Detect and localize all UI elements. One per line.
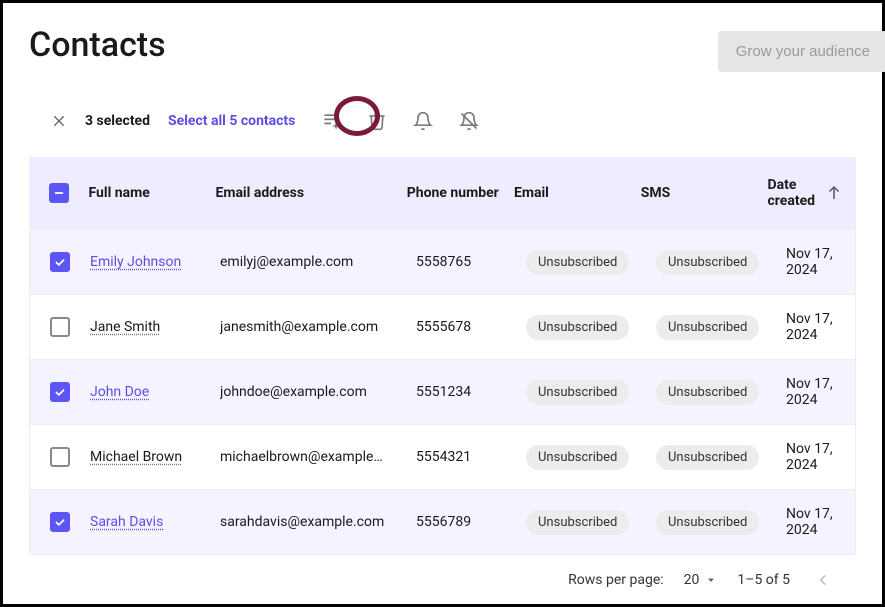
prev-page-icon[interactable] <box>810 567 836 593</box>
row-checkbox[interactable] <box>50 512 70 532</box>
column-header-phone[interactable]: Phone number <box>407 185 514 201</box>
rows-per-page-select[interactable]: 20 <box>684 572 718 588</box>
page-title: Contacts <box>29 25 166 65</box>
column-header-name[interactable]: Full name <box>89 185 216 201</box>
sms-status-badge: Unsubscribed <box>656 445 759 470</box>
contact-date: Nov 17, 2024 <box>786 441 855 473</box>
add-to-list-icon[interactable] <box>317 107 345 135</box>
contact-date: Nov 17, 2024 <box>786 311 855 343</box>
email-status-badge: Unsubscribed <box>526 510 629 535</box>
bell-icon[interactable] <box>409 107 437 135</box>
sort-ascending-icon[interactable] <box>825 184 843 202</box>
contact-phone: 5555678 <box>416 319 526 335</box>
table-footer: Rows per page: 20 1–5 of 5 <box>29 555 856 593</box>
chevron-down-icon <box>705 574 717 586</box>
row-checkbox[interactable] <box>50 447 70 467</box>
rows-per-page-label: Rows per page: <box>568 572 663 588</box>
contact-phone: 5554321 <box>416 449 526 465</box>
contact-name-link[interactable]: Emily Johnson <box>90 254 181 270</box>
contact-email: michaelbrown@example… <box>220 449 416 465</box>
contact-name-link[interactable]: Jane Smith <box>90 319 160 335</box>
contact-name-link[interactable]: John Doe <box>90 384 149 400</box>
row-checkbox[interactable] <box>50 382 70 402</box>
contact-email: johndoe@example.com <box>220 384 416 400</box>
contact-date: Nov 17, 2024 <box>786 506 855 538</box>
column-header-email-status[interactable]: Email <box>514 185 641 201</box>
bell-off-icon[interactable] <box>455 107 483 135</box>
contact-email: sarahdavis@example.com <box>220 514 416 530</box>
contact-email: janesmith@example.com <box>220 319 416 335</box>
bulk-action-bar: 3 selected Select all 5 contacts <box>29 97 856 145</box>
column-header-sms[interactable]: SMS <box>641 185 768 201</box>
pagination-range: 1–5 of 5 <box>737 572 790 588</box>
email-status-badge: Unsubscribed <box>526 250 629 275</box>
table-row: Emily Johnsonemilyj@example.com5558765Un… <box>30 229 855 294</box>
contact-name-link[interactable]: Sarah Davis <box>90 514 163 530</box>
row-checkbox[interactable] <box>50 252 70 272</box>
column-header-date[interactable]: Date created <box>767 177 855 209</box>
table-header: Full name Email address Phone number Ema… <box>30 157 855 229</box>
trash-icon[interactable] <box>363 107 391 135</box>
contact-phone: 5551234 <box>416 384 526 400</box>
sms-status-badge: Unsubscribed <box>656 250 759 275</box>
contact-email: emilyj@example.com <box>220 254 416 270</box>
contact-phone: 5558765 <box>416 254 526 270</box>
row-checkbox[interactable] <box>50 317 70 337</box>
sms-status-badge: Unsubscribed <box>656 380 759 405</box>
sms-status-badge: Unsubscribed <box>656 510 759 535</box>
table-row: Jane Smithjanesmith@example.com5555678Un… <box>30 294 855 359</box>
column-header-email[interactable]: Email address <box>215 185 406 201</box>
column-header-date-label: Date created <box>767 177 815 209</box>
select-all-checkbox[interactable] <box>49 183 69 203</box>
sms-status-badge: Unsubscribed <box>656 315 759 340</box>
selected-count: 3 selected <box>85 113 150 129</box>
rows-per-page-value: 20 <box>684 572 700 588</box>
contact-phone: 5556789 <box>416 514 526 530</box>
contacts-table: Full name Email address Phone number Ema… <box>29 157 856 555</box>
select-all-link[interactable]: Select all 5 contacts <box>168 113 295 129</box>
grow-audience-button[interactable]: Grow your audience <box>718 31 885 72</box>
table-row: Michael Brown michaelbrown@example…555432… <box>30 424 855 489</box>
table-row: Sarah Davis sarahdavis@example.com5556789… <box>30 489 855 554</box>
email-status-badge: Unsubscribed <box>526 445 629 470</box>
email-status-badge: Unsubscribed <box>526 380 629 405</box>
close-icon[interactable] <box>51 113 67 129</box>
email-status-badge: Unsubscribed <box>526 315 629 340</box>
contact-name-link[interactable]: Michael Brown <box>90 449 182 465</box>
contact-date: Nov 17, 2024 <box>786 376 855 408</box>
table-row: John Doejohndoe@example.com5551234Unsubs… <box>30 359 855 424</box>
contact-date: Nov 17, 2024 <box>786 246 855 278</box>
